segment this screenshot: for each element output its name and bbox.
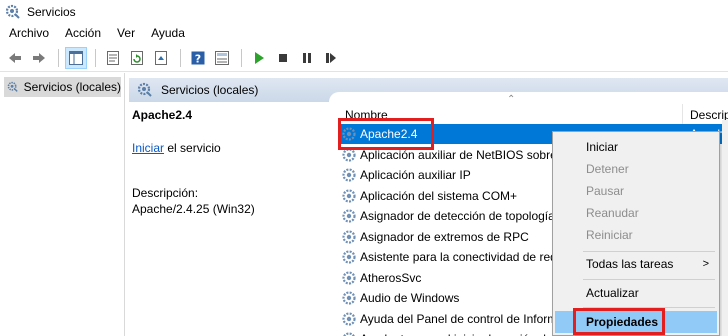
service-detail-pane: Apache2.4 Iniciar el servicio Descripció… <box>129 102 329 336</box>
service-title: Apache2.4 <box>132 108 193 122</box>
service-name: Asignador de detección de topología <box>360 209 555 223</box>
services-gear-icon <box>137 82 152 97</box>
title-bar: Servicios <box>0 0 728 23</box>
menu-ayuda[interactable]: Ayuda <box>142 26 192 40</box>
stop-service-button[interactable] <box>272 47 294 69</box>
window-title: Servicios <box>27 4 76 19</box>
menu-item-todas-las-tareas[interactable]: Todas las tareas > <box>555 253 717 275</box>
toolbar-separator <box>58 48 59 67</box>
console-tree-icon <box>69 50 83 65</box>
service-gear-icon <box>342 291 356 305</box>
highlight-propiedades <box>573 308 665 335</box>
services-gear-icon <box>5 4 20 19</box>
service-gear-icon <box>342 311 356 326</box>
menu-ver[interactable]: Ver <box>108 26 142 40</box>
tree-item-label: Servicios (locales) <box>23 80 121 94</box>
menu-item-reiniciar[interactable]: Reiniciar <box>555 224 717 246</box>
service-gear-icon <box>342 229 356 244</box>
export-list-button[interactable] <box>150 47 172 69</box>
service-gear-icon <box>342 168 356 182</box>
description-value: Apache/2.4.25 (Win32) <box>132 202 255 216</box>
back-button[interactable] <box>4 47 26 69</box>
service-gear-icon <box>342 250 356 264</box>
toolbar-separator <box>180 48 181 67</box>
services-gear-icon <box>7 81 18 92</box>
start-service-line: Iniciar el servicio <box>132 141 221 155</box>
service-gear-icon <box>343 332 355 336</box>
highlight-apache-row <box>338 118 434 150</box>
start-service-link[interactable]: Iniciar <box>132 141 164 155</box>
menu-item-reanudar[interactable]: Reanudar <box>555 202 717 224</box>
pause-service-button[interactable] <box>296 47 318 69</box>
console-tree-pane: Servicios (locales) <box>0 73 125 336</box>
svg-text:?: ? <box>195 52 201 65</box>
start-play-icon <box>255 51 264 64</box>
properties-button[interactable] <box>102 47 124 69</box>
forward-arrow-icon <box>33 52 45 63</box>
toolbar-separator <box>241 48 242 67</box>
menu-separator <box>583 251 715 252</box>
service-name: Asistente para la conectividad de red <box>360 250 557 264</box>
toolbar: ? <box>0 44 728 72</box>
menu-item-iniciar[interactable]: Iniciar <box>555 136 717 158</box>
refresh-button[interactable] <box>126 47 148 69</box>
menu-accion[interactable]: Acción <box>56 26 108 40</box>
properties-sheet-icon <box>107 50 119 65</box>
vertical-scrollbar[interactable] <box>722 120 728 336</box>
service-name: AtherosSvc <box>360 270 422 285</box>
service-name: Asignador de extremos de RPC <box>360 229 529 244</box>
sort-ascending-icon: ⌃ <box>507 94 516 105</box>
service-name: Aplicación del sistema COM+ <box>360 188 518 203</box>
console-tree-button[interactable] <box>65 46 87 69</box>
service-gear-icon <box>342 188 356 203</box>
toolbar-separator <box>95 48 96 67</box>
pause-icon <box>303 52 311 63</box>
menu-separator <box>583 279 715 280</box>
menu-item-actualizar[interactable]: Actualizar <box>555 282 717 304</box>
export-list-icon <box>155 50 167 65</box>
menu-item-todas-las-tareas-label: Todas las tareas <box>586 257 674 271</box>
service-gear-icon <box>342 209 356 223</box>
tree-item-servicios-locales[interactable]: Servicios (locales) <box>4 77 121 97</box>
menu-item-pausar[interactable]: Pausar <box>555 180 717 202</box>
restart-service-button[interactable] <box>320 47 342 69</box>
menu-item-detener[interactable]: Detener <box>555 158 717 180</box>
back-arrow-icon <box>9 52 21 63</box>
refresh-icon <box>131 50 143 65</box>
panel-header-label: Servicios (locales) <box>161 83 259 97</box>
forward-button[interactable] <box>28 47 50 69</box>
mmc-view-icon <box>215 50 229 65</box>
context-menu: Iniciar Detener Pausar Reanudar Reinicia… <box>552 131 720 336</box>
help-button[interactable]: ? <box>187 47 209 69</box>
menu-archivo[interactable]: Archivo <box>0 26 56 40</box>
service-gear-icon <box>342 270 356 285</box>
mmc-view-button[interactable] <box>211 47 233 69</box>
service-name: Aplicación auxiliar IP <box>360 168 471 182</box>
start-service-button[interactable] <box>248 47 270 69</box>
submenu-arrow-icon: > <box>702 258 709 270</box>
start-service-suffix: el servicio <box>164 141 221 155</box>
stop-icon <box>279 53 287 62</box>
restart-icon <box>326 52 336 63</box>
help-icon: ? <box>191 51 205 65</box>
service-name: Ayuda del Panel de control de Informes <box>360 311 570 326</box>
service-name: Audio de Windows <box>360 291 460 305</box>
menu-bar: Archivo Acción Ver Ayuda <box>0 23 728 43</box>
description-label: Descripción: <box>132 186 199 200</box>
